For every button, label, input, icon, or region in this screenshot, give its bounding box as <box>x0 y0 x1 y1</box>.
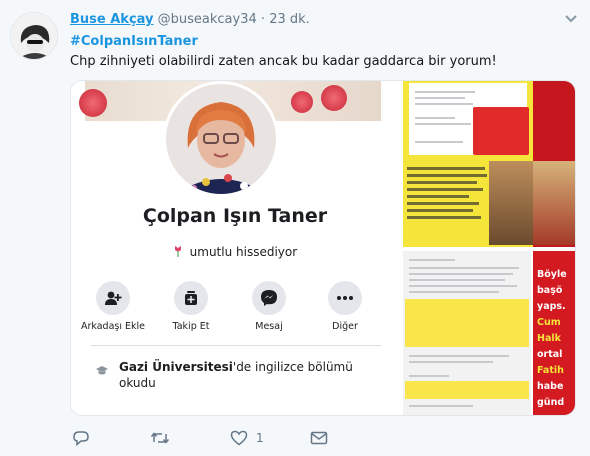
red-text-line: günd <box>537 397 565 408</box>
timestamp[interactable]: 23 dk. <box>269 12 310 27</box>
red-text-line: yaps. <box>537 301 566 312</box>
direct-message-button[interactable] <box>310 428 328 448</box>
user-avatar[interactable] <box>10 12 58 60</box>
red-text-line: habe <box>537 381 564 392</box>
tweet-actions: 1 <box>70 428 370 450</box>
feeling-text: umutlu hissediyor <box>189 245 298 259</box>
news-collage: Böyle başö yaps. Cum Halk ortal Fatih ha… <box>403 81 575 415</box>
more-icon <box>337 296 353 300</box>
heart-icon <box>230 430 248 446</box>
chevron-down-icon[interactable] <box>564 14 578 24</box>
feeling-status: umutlu hissediyor <box>71 245 399 259</box>
like-count: 1 <box>256 431 264 445</box>
tweet: Buse Akçay @buseakcay34 · 23 dk. #Colpan… <box>0 0 590 456</box>
yellow-text-block <box>407 163 489 243</box>
collage-photo <box>489 161 533 245</box>
profile-actions: Arkadaşı Ekle Takip Et Mesaj Diğer <box>71 281 399 341</box>
add-friend-button[interactable]: Arkadaşı Ekle <box>77 281 149 332</box>
tweet-text: Chp zihniyeti olabilirdi zaten ancak bu … <box>70 54 497 69</box>
envelope-icon <box>310 431 328 445</box>
like-button[interactable]: 1 <box>230 428 264 448</box>
message-button[interactable]: Mesaj <box>233 281 305 332</box>
reply-icon <box>73 431 89 446</box>
tweet-media[interactable]: Çolpan Işın Taner umutlu hissediyor Arka… <box>70 80 576 416</box>
reply-button[interactable] <box>72 428 90 448</box>
red-text-line: Fatih <box>537 365 564 376</box>
red-text-line: Böyle <box>537 269 567 280</box>
red-text-line: Cum <box>537 317 561 328</box>
follow-icon <box>185 291 197 305</box>
divider <box>91 345 381 346</box>
school-link: Gazi Üniversitesi <box>119 360 233 374</box>
hashtag-link[interactable]: #ColpanIsınTaner <box>70 34 198 49</box>
retweet-icon <box>150 432 170 444</box>
comment-thread-screenshot <box>403 251 531 415</box>
add-friend-icon <box>105 291 122 305</box>
red-callout <box>473 107 529 155</box>
tweet-header: Buse Akçay @buseakcay34 · 23 dk. <box>70 12 310 27</box>
education-info: Gazi Üniversitesi'de ingilizce bölümü ok… <box>95 359 385 391</box>
red-text-line: ortal <box>537 349 563 360</box>
retweet-button[interactable] <box>150 428 170 448</box>
user-handle[interactable]: @buseakcay34 <box>158 12 257 27</box>
follow-button[interactable]: Takip Et <box>155 281 227 332</box>
collage-yellow-panel <box>403 81 533 247</box>
profile-photo <box>163 81 279 197</box>
graduation-cap-icon <box>96 366 108 375</box>
separator: · <box>260 12 266 27</box>
profile-screenshot: Çolpan Işın Taner umutlu hissediyor Arka… <box>71 81 399 415</box>
red-text-line: Halk <box>537 333 561 344</box>
profile-name: Çolpan Işın Taner <box>142 205 328 227</box>
tulip-icon <box>174 246 181 257</box>
red-text-line: başö <box>537 285 563 296</box>
display-name[interactable]: Buse Akçay <box>70 12 154 27</box>
more-button[interactable]: Diğer <box>309 281 381 332</box>
messenger-icon <box>261 290 277 306</box>
collage-photo-2 <box>533 161 575 245</box>
